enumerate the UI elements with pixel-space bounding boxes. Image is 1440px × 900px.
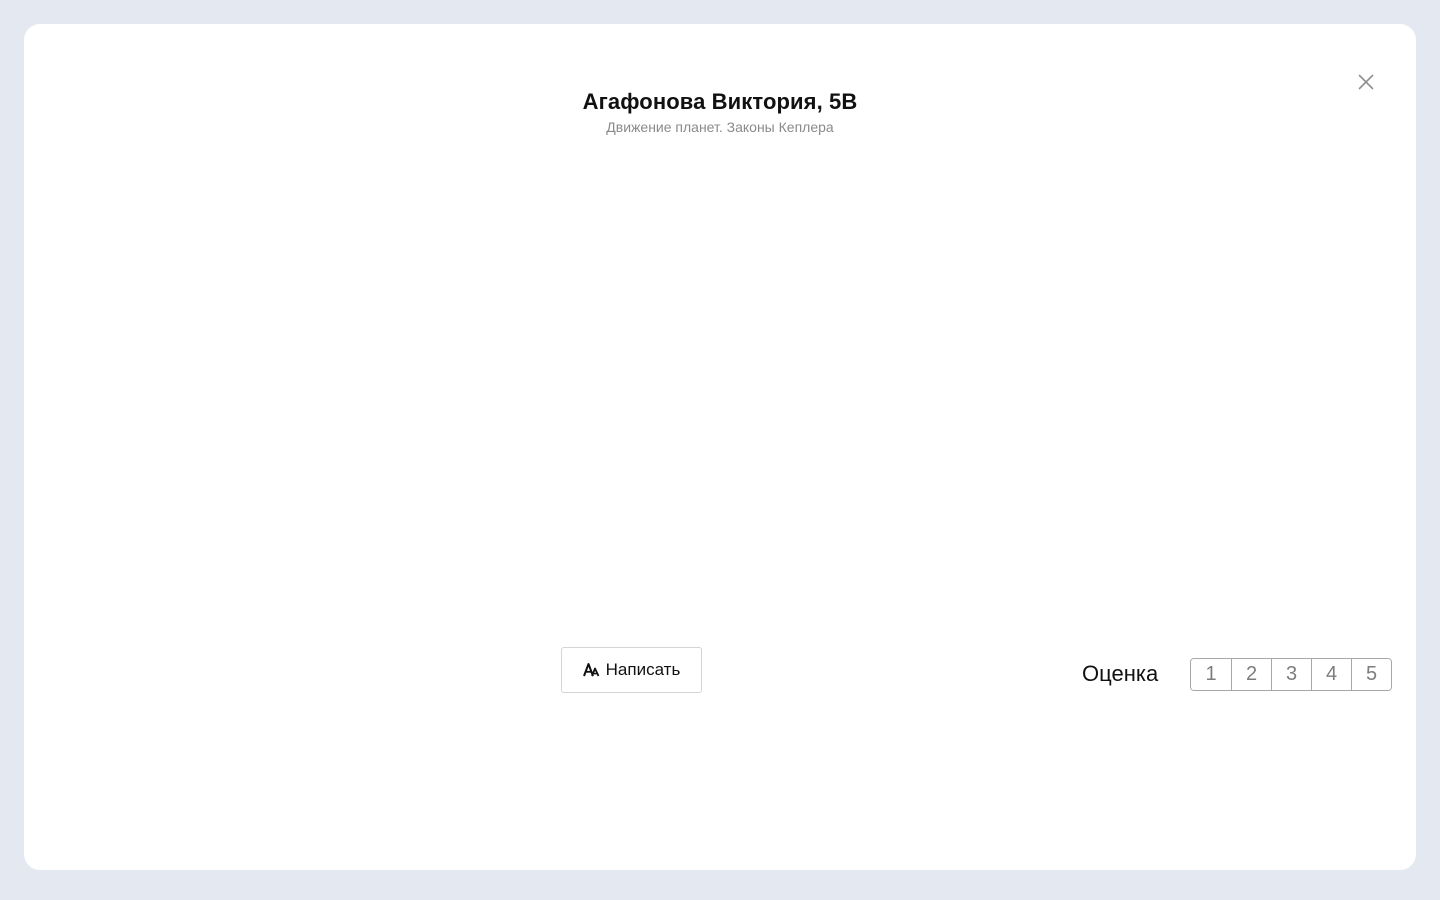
page-title: Агафонова Виктория, 5В: [582, 89, 858, 114]
student-modal: Агафонова Виктория, 5В Движение планет. …: [24, 24, 1416, 870]
grade-option-4[interactable]: 4: [1311, 659, 1351, 690]
lesson-topic: Движение планет. Законы Кеплера: [606, 119, 834, 135]
write-button[interactable]: Написать: [561, 647, 702, 693]
grade-option-5[interactable]: 5: [1351, 659, 1391, 690]
modal-header: Агафонова Виктория, 5В Движение планет. …: [24, 88, 1416, 136]
write-button-label: Написать: [605, 660, 681, 679]
close-button[interactable]: [1354, 70, 1378, 94]
grade-label: Оценка: [1082, 661, 1159, 686]
grade-option-1[interactable]: 1: [1191, 659, 1231, 690]
grade-option-3[interactable]: 3: [1271, 659, 1311, 690]
close-icon: [1358, 74, 1374, 90]
grade-option-2[interactable]: 2: [1231, 659, 1271, 690]
grade-selector: 1 2 3 4 5: [1190, 658, 1392, 691]
text-font-icon: [582, 662, 600, 678]
